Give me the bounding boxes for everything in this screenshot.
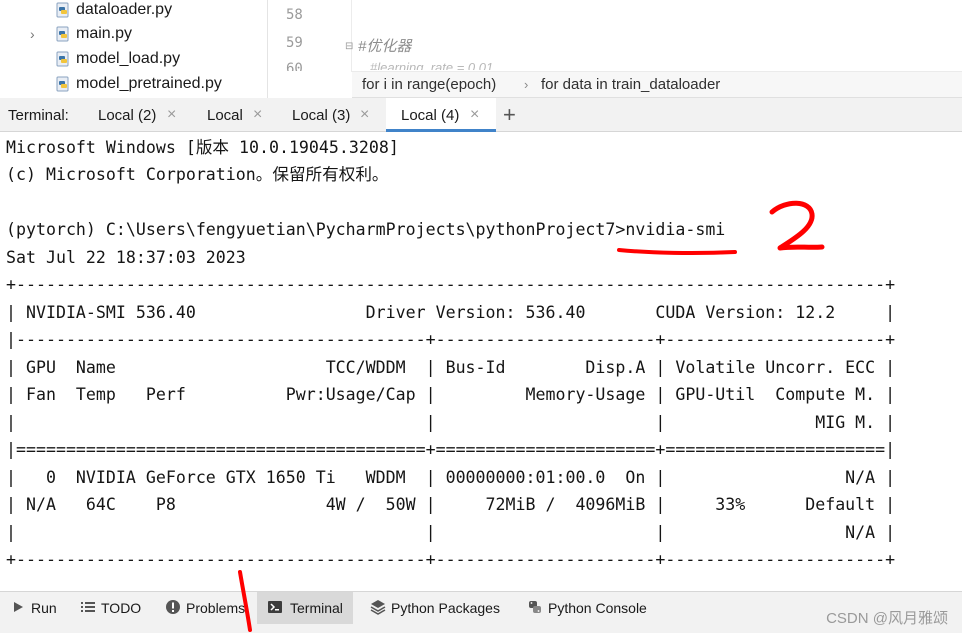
project-tree: dataloader.py › main.py model_load.py mo…	[0, 0, 268, 98]
tab-local[interactable]: Local ×	[196, 98, 272, 132]
terminal-line: | | | N/A |	[6, 523, 896, 542]
tree-item-label: model_pretrained.py	[76, 75, 222, 92]
terminal-tab-bar: Terminal: Local (2) × Local × Local (3) …	[0, 98, 962, 132]
tab-label: Local (2)	[98, 107, 157, 124]
play-icon	[14, 602, 23, 612]
code-comment[interactable]: #优化器	[358, 35, 411, 56]
tab-local-2[interactable]: Local (2) ×	[88, 98, 186, 132]
ide-top-area: dataloader.py › main.py model_load.py mo…	[0, 0, 962, 98]
terminal-button[interactable]: Terminal	[257, 592, 353, 624]
python-icon	[529, 601, 541, 613]
close-icon[interactable]: ×	[253, 106, 262, 124]
terminal-line: |=======================================…	[6, 440, 896, 459]
terminal-line: Sat Jul 22 18:37:03 2023	[6, 248, 246, 267]
terminal-line: | 0 NVIDIA GeForce GTX 1650 Ti WDDM | 00…	[6, 468, 896, 487]
problems-button[interactable]: Problems	[155, 592, 253, 624]
chevron-right-icon: ›	[524, 77, 529, 92]
terminal-line: | GPU Name TCC/WDDM | Bus-Id Disp.A | Vo…	[6, 358, 896, 377]
tree-item-label: dataloader.py	[76, 1, 173, 18]
add-tab-button[interactable]: +	[503, 102, 516, 128]
fold-icon[interactable]: ⊟	[345, 41, 353, 52]
terminal-line: | Fan Temp Perf Pwr:Usage/Cap | Memory-U…	[6, 385, 896, 404]
python-console-button[interactable]: Python Console	[517, 592, 657, 624]
close-icon[interactable]: ×	[360, 106, 369, 124]
tree-item-label: model_load.py	[76, 50, 181, 67]
python-file-icon	[56, 76, 69, 92]
breadcrumb-item[interactable]: for i in range(epoch)	[362, 76, 496, 93]
terminal-command-line: (pytorch) C:\Users\fengyuetian\PycharmPr…	[6, 220, 726, 239]
list-icon	[81, 602, 95, 612]
line-number: 59	[286, 35, 303, 51]
editor-gutter	[268, 0, 352, 72]
breadcrumb-item[interactable]: for data in train_dataloader	[541, 76, 720, 93]
tree-item-main[interactable]: › main.py	[0, 22, 267, 46]
python-file-icon	[56, 2, 69, 18]
todo-button[interactable]: TODO	[70, 592, 150, 624]
terminal-line: | | | MIG M. |	[6, 413, 896, 432]
tool-window-bar: Run TODO Problems Terminal Python Packag…	[0, 591, 962, 633]
tool-button-label: Problems	[186, 600, 246, 616]
terminal-line: (c) Microsoft Corporation。保留所有权利。	[6, 165, 389, 184]
tool-button-label: Run	[31, 600, 57, 616]
chevron-right-icon[interactable]: ›	[30, 22, 35, 46]
python-packages-button[interactable]: Python Packages	[360, 592, 510, 624]
tool-button-label: Terminal	[290, 600, 343, 616]
close-icon[interactable]: ×	[470, 106, 479, 124]
active-tab-indicator	[386, 129, 496, 132]
line-number: 58	[286, 7, 303, 23]
python-file-icon	[56, 26, 69, 42]
terminal-line: | N/A 64C P8 4W / 50W | 72MiB / 4096MiB …	[6, 495, 896, 514]
tab-label: Local (4)	[401, 107, 460, 124]
terminal-line: |---------------------------------------…	[6, 330, 896, 349]
run-button[interactable]: Run	[0, 592, 66, 624]
terminal-output[interactable]: Microsoft Windows [版本 10.0.19045.3208] (…	[0, 133, 962, 591]
tab-label: Local (3)	[292, 107, 351, 124]
tool-button-label: Python Console	[548, 600, 647, 616]
watermark: CSDN @风月雅颂	[826, 610, 948, 627]
code-line-partial: #learning_rate = 0.01	[370, 60, 494, 70]
terminal-icon	[268, 601, 282, 613]
terminal-label: Terminal:	[8, 107, 69, 124]
terminal-line: +---------------------------------------…	[6, 275, 896, 294]
terminal-line: +---------------------------------------…	[6, 550, 896, 569]
tab-local-4[interactable]: Local (4) ×	[386, 98, 496, 132]
layers-icon	[370, 600, 386, 615]
line-number: 60	[286, 61, 303, 71]
tree-item-model-load[interactable]: model_load.py	[0, 47, 267, 71]
tree-item-label: main.py	[76, 25, 133, 42]
breadcrumb: for i in range(epoch) › for data in trai…	[352, 71, 962, 98]
tab-local-3[interactable]: Local (3) ×	[282, 98, 378, 132]
close-icon[interactable]: ×	[167, 106, 176, 124]
terminal-line: Microsoft Windows [版本 10.0.19045.3208]	[6, 138, 399, 157]
tool-button-label: Python Packages	[391, 600, 500, 616]
tool-button-label: TODO	[101, 600, 142, 616]
alert-icon	[166, 600, 180, 614]
tab-label: Local	[207, 107, 243, 124]
python-file-icon	[56, 51, 69, 67]
tree-item-model-pretrained[interactable]: model_pretrained.py	[0, 72, 267, 96]
tree-item-dataloader[interactable]: dataloader.py	[0, 0, 267, 22]
terminal-line: | NVIDIA-SMI 536.40 Driver Version: 536.…	[6, 303, 896, 322]
